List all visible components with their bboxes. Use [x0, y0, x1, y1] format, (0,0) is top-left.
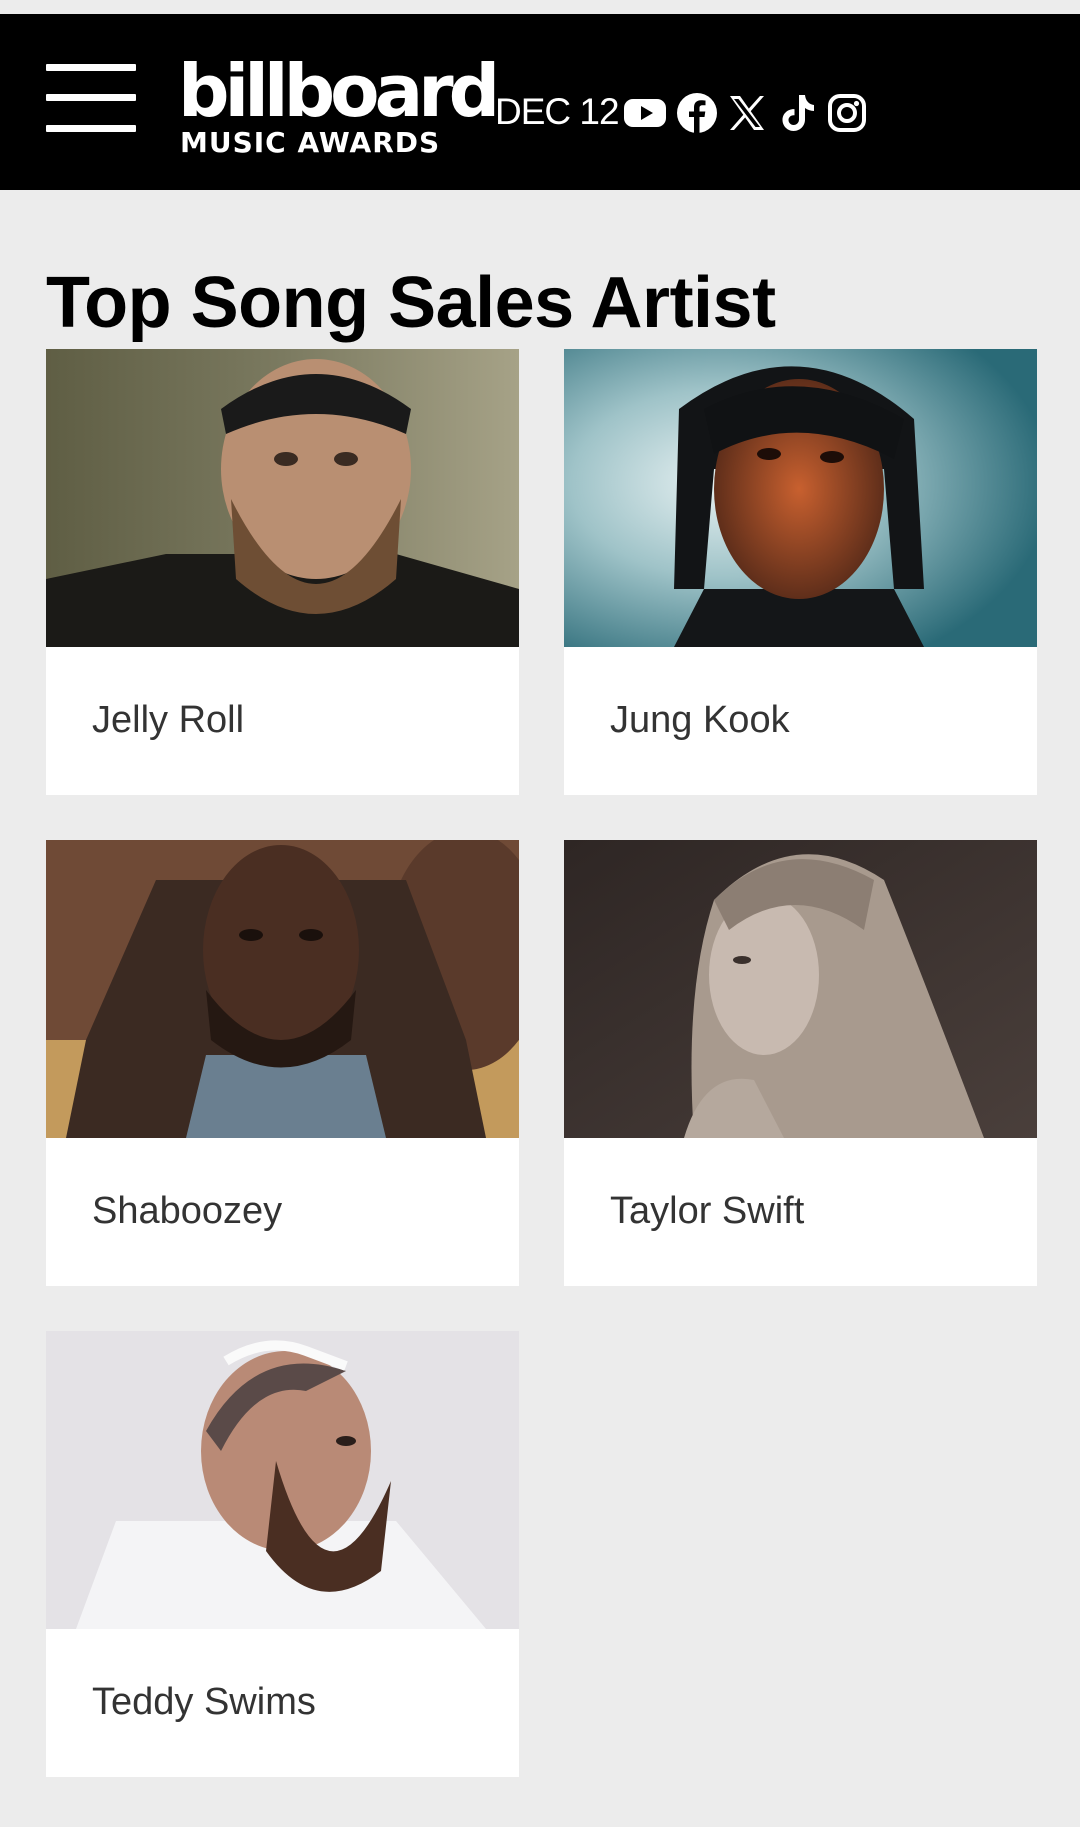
artist-card[interactable]: Jelly Roll — [46, 349, 519, 795]
logo-wordmark: billboard — [178, 49, 500, 133]
artist-photo — [46, 349, 519, 647]
artist-card[interactable]: Taylor Swift — [564, 840, 1037, 1286]
artist-photo — [46, 840, 519, 1138]
menu-line — [46, 125, 136, 132]
artist-photo — [564, 840, 1037, 1138]
site-header: billboard MUSIC AWARDS DEC 12 — [0, 14, 1080, 190]
x-icon[interactable] — [724, 90, 770, 136]
hamburger-menu-icon[interactable] — [46, 64, 136, 134]
artist-photo — [46, 1331, 519, 1629]
artist-card[interactable]: Jung Kook — [564, 349, 1037, 795]
logo-subtitle: MUSIC AWARDS — [180, 126, 441, 159]
artist-card[interactable]: Teddy Swims — [46, 1331, 519, 1777]
menu-line — [46, 94, 136, 101]
artist-card[interactable]: Shaboozey — [46, 840, 519, 1286]
top-strip — [0, 0, 1080, 14]
artist-name: Jelly Roll — [92, 699, 245, 741]
artist-name: Teddy Swims — [92, 1681, 316, 1723]
menu-line — [46, 64, 136, 71]
youtube-icon[interactable] — [622, 90, 668, 136]
artist-name: Jung Kook — [610, 699, 790, 741]
facebook-icon[interactable] — [674, 90, 720, 136]
instagram-icon[interactable] — [824, 90, 870, 136]
page-title: Top Song Sales Artist — [46, 263, 776, 344]
tiktok-icon[interactable] — [774, 90, 820, 136]
artist-photo — [564, 349, 1037, 647]
event-date: DEC 12 — [495, 91, 620, 132]
artist-name: Taylor Swift — [610, 1190, 805, 1232]
artist-name: Shaboozey — [92, 1190, 283, 1232]
billboard-music-awards-logo[interactable]: billboard MUSIC AWARDS — [178, 54, 500, 164]
